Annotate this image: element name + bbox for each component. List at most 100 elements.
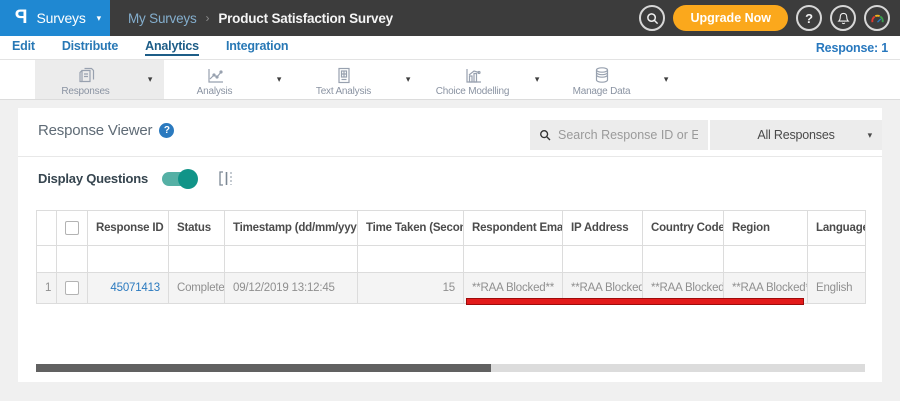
nav-edit[interactable]: Edit: [12, 39, 35, 56]
filter-cell: [36, 245, 57, 273]
toolbar-choice-modelling[interactable]: Choice Modelling: [422, 60, 523, 99]
filter-cell[interactable]: [463, 245, 563, 273]
filter-cell[interactable]: [224, 245, 358, 273]
toolbar-responses-caret[interactable]: ▾: [136, 60, 164, 99]
col-respondent-email[interactable]: Respondent Email: [463, 210, 563, 246]
toolbar-text-analysis-label: Text Analysis: [315, 85, 372, 97]
filter-cell[interactable]: [562, 245, 643, 273]
search-icon: [540, 130, 551, 141]
toolbar-group-text-analysis: Text Analysis ▾: [293, 60, 422, 99]
title-help-icon[interactable]: ?: [159, 123, 175, 138]
col-status[interactable]: Status: [168, 210, 225, 246]
header-row: Response ID▼ Status Timestamp (dd/mm/yyy…: [36, 210, 866, 246]
topbar-actions: Upgrade Now ?: [639, 5, 890, 31]
row-select-cell: [56, 272, 88, 304]
display-questions-label: Display Questions: [38, 171, 149, 186]
bell-icon[interactable]: [830, 5, 856, 31]
col-country-code[interactable]: Country Code: [642, 210, 724, 246]
toolbar-choice-modelling-label: Choice Modelling: [435, 85, 510, 97]
filter-cell[interactable]: [87, 245, 169, 273]
col-response-id-label: Response ID: [96, 222, 164, 234]
select-all-checkbox[interactable]: [65, 221, 79, 235]
toolbar-responses[interactable]: Responses: [35, 60, 136, 99]
breadcrumb-my-surveys[interactable]: My Surveys: [128, 11, 197, 26]
text-analysis-icon: [337, 67, 350, 83]
horizontal-scrollbar-thumb[interactable]: [36, 364, 491, 372]
toolbar-text-analysis-caret[interactable]: ▾: [394, 60, 422, 99]
page-title: Response Viewer ?: [38, 122, 175, 139]
filter-cell[interactable]: [357, 245, 464, 273]
response-search: [530, 120, 708, 150]
responses-filter-value: All Responses: [757, 128, 835, 142]
breadcrumb-separator: ›: [205, 11, 210, 25]
status-cell: Completed: [168, 272, 225, 304]
filter-cell[interactable]: [807, 245, 866, 273]
display-questions-row: Display Questions: [38, 168, 236, 189]
toolbar-analysis-caret[interactable]: ▾: [265, 60, 293, 99]
panel-header: Response Viewer ? All Responses ▾: [18, 108, 882, 157]
response-viewer-panel: Response Viewer ? All Responses ▾ Displa…: [18, 108, 882, 382]
manage-data-icon: [595, 66, 608, 83]
search-input[interactable]: [558, 128, 698, 142]
freeze-columns-icon[interactable]: [218, 170, 236, 187]
chevron-down-icon: ▾: [96, 12, 102, 23]
nav-integration[interactable]: Integration: [226, 39, 289, 56]
horizontal-scrollbar[interactable]: [36, 364, 865, 372]
col-ip-address[interactable]: IP Address: [562, 210, 643, 246]
search-icon[interactable]: [639, 5, 666, 31]
toolbar-manage-data-label: Manage Data: [572, 85, 631, 97]
toolbar-choice-modelling-caret[interactable]: ▾: [523, 60, 551, 99]
responses-filter-dropdown[interactable]: All Responses ▾: [710, 120, 882, 150]
timestamp-cell: 09/12/2019 13:12:45: [224, 272, 358, 304]
toolbar-text-analysis[interactable]: Text Analysis: [293, 60, 394, 99]
responses-table: Response ID▼ Status Timestamp (dd/mm/yyy…: [36, 210, 866, 304]
filter-cell[interactable]: [723, 245, 808, 273]
row-number: 1: [36, 272, 57, 304]
upgrade-now-button[interactable]: Upgrade Now: [673, 5, 788, 31]
responses-icon: [78, 67, 94, 82]
analytics-toolbar: Responses ▾ Analysis ▾ Text Analysis ▾ C…: [0, 60, 900, 100]
app-menu[interactable]: P Surveys ▾: [0, 0, 110, 36]
col-language[interactable]: Language: [807, 210, 866, 246]
filter-row: [36, 245, 866, 273]
toolbar-group-choice-modelling: Choice Modelling ▾: [422, 60, 551, 99]
nav-links: Edit Distribute Analytics Integration: [12, 39, 289, 56]
col-region[interactable]: Region: [723, 210, 808, 246]
col-rownum: [36, 210, 57, 246]
toolbar-manage-data-caret[interactable]: ▾: [652, 60, 680, 99]
toggle-knob: [178, 168, 199, 189]
choice-modelling-icon: [465, 68, 481, 83]
top-bar: P Surveys ▾ My Surveys › Product Satisfa…: [0, 0, 900, 36]
toolbar-responses-label: Responses: [61, 85, 110, 97]
response-count: Response: 1: [815, 40, 888, 55]
app-menu-label: Surveys: [36, 10, 86, 26]
filter-cell[interactable]: [168, 245, 225, 273]
response-id-cell: 45071413: [87, 272, 169, 304]
row-checkbox[interactable]: [65, 281, 79, 295]
display-questions-toggle[interactable]: [162, 168, 199, 189]
red-annotation-underline: [466, 298, 804, 305]
nav-analytics[interactable]: Analytics: [145, 39, 199, 56]
language-cell: English: [807, 272, 866, 304]
survey-nav: Edit Distribute Analytics Integration Re…: [0, 36, 900, 60]
help-icon[interactable]: ?: [796, 5, 822, 31]
col-response-id[interactable]: Response ID▼: [87, 210, 169, 246]
col-timestamp[interactable]: Timestamp (dd/mm/yyyy)↕: [224, 210, 358, 246]
col-timestamp-label: Timestamp (dd/mm/yyyy): [233, 222, 358, 234]
page-title-text: Response Viewer: [38, 122, 153, 139]
toolbar-manage-data[interactable]: Manage Data: [551, 60, 652, 99]
response-id-link[interactable]: 45071413: [110, 282, 160, 294]
time-taken-cell: 15: [357, 272, 464, 304]
col-time-taken-label: Time Taken (Seconds): [366, 222, 463, 234]
toolbar-analysis[interactable]: Analysis: [164, 60, 265, 99]
breadcrumb: My Surveys › Product Satisfaction Survey: [128, 0, 393, 36]
nav-distribute[interactable]: Distribute: [62, 39, 119, 56]
col-time-taken[interactable]: Time Taken (Seconds)↕: [357, 210, 464, 246]
avatar-gauge-icon[interactable]: [864, 5, 890, 31]
toolbar-group-manage-data: Manage Data ▾: [551, 60, 680, 99]
toolbar-analysis-label: Analysis: [196, 85, 233, 97]
col-select: [56, 210, 88, 246]
filter-cell[interactable]: [642, 245, 724, 273]
chevron-down-icon: ▾: [867, 129, 873, 140]
filter-cell: [56, 245, 88, 273]
